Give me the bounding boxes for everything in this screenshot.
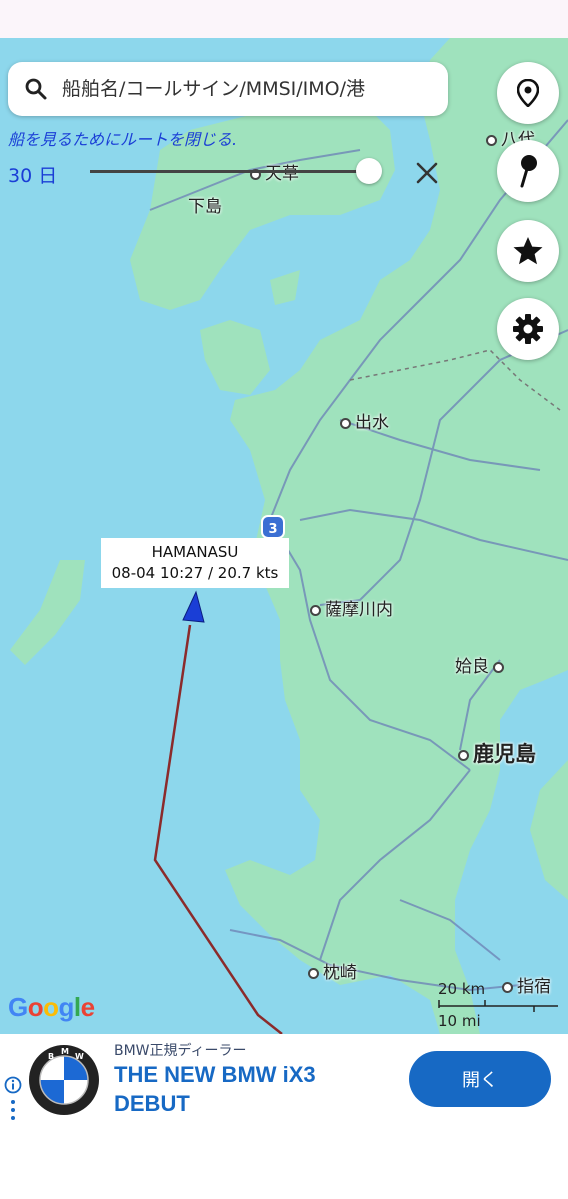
ad-sponsor: BMW正規ディーラー [114,1043,247,1059]
place-izumi[interactable]: 出水 [340,408,389,433]
small-island [270,270,300,305]
svg-text:B: B [48,1052,54,1061]
vessel-marker [182,590,205,623]
koshiki-islands [10,560,85,665]
search-icon[interactable] [24,77,48,101]
ad-title[interactable]: THE NEW BMW iX3 DEBUT [114,1060,384,1118]
vessel-track [153,624,283,1034]
marker-button[interactable] [497,140,559,202]
route-badge-text: 3 [268,522,277,537]
svg-text:W: W [75,1052,84,1061]
favorites-button[interactable] [497,220,559,282]
map-view[interactable]: 3 [0,38,568,1034]
vessel-name: HAMANASU [151,543,239,561]
nagashima-island [200,320,270,395]
scale-mi: 10 mi [438,1012,481,1030]
bmw-logo: B M W [29,1045,99,1115]
svg-text:M: M [61,1047,69,1056]
ad-menu-icon[interactable] [9,1099,17,1121]
days-label: 30 日 [8,165,58,187]
place-shimoshima[interactable]: 下島 [188,192,222,217]
vessel-info: 08-04 10:27 / 20.7 kts [111,564,279,582]
ad-info-icon[interactable] [4,1076,22,1094]
vessel-info-box[interactable]: HAMANASU 08-04 10:27 / 20.7 kts [101,538,289,588]
map-scale: 20 km 10 mi [438,980,562,1032]
ad-open-button[interactable]: 開く [409,1051,551,1107]
star-icon [513,237,543,265]
days-slider-thumb[interactable] [356,158,382,184]
days-slider-track[interactable] [90,170,358,173]
route-hint: 船を見るためにルートを閉じる. [8,130,238,149]
my-location-button[interactable] [497,62,559,124]
location-pin-icon [517,79,539,107]
close-route-icon[interactable] [412,158,442,188]
google-logo: Google [8,992,95,1022]
map-pin-icon [520,155,537,188]
place-satsumasendai[interactable]: 薩摩川内 [310,595,393,620]
search-bar[interactable] [8,62,448,116]
place-aira[interactable]: 姶良 [455,652,504,677]
settings-button[interactable] [497,298,559,360]
map-canvas: 3 [10,38,568,1034]
place-kagoshima[interactable]: 鹿児島 [458,738,536,768]
status-bar [0,0,568,38]
search-input[interactable] [62,72,432,106]
place-makurazaki[interactable]: 枕崎 [308,958,357,983]
gear-icon [513,314,543,344]
